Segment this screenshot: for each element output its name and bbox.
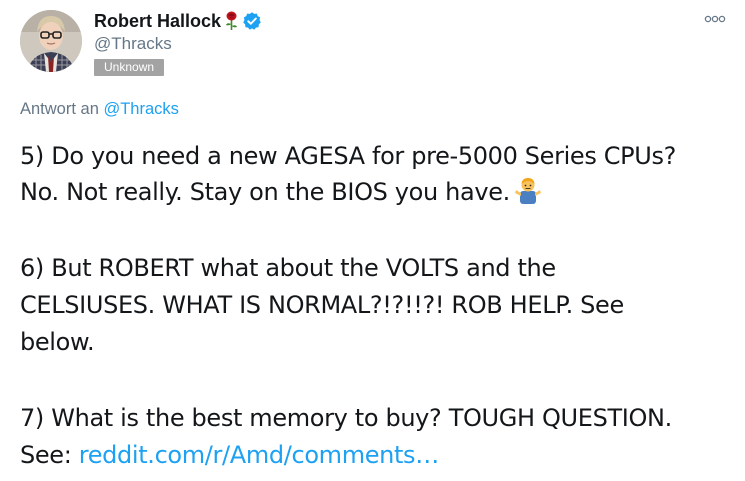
reply-prefix: Antwort an xyxy=(20,100,99,118)
tweet-text-line-2: No. Not really. Stay on the BIOS you hav… xyxy=(20,174,740,214)
tweet-text-line-7: See: reddit.com/r/Amd/comments… xyxy=(20,437,740,473)
rose-icon xyxy=(224,11,239,31)
reply-handle-link[interactable]: @Thracks xyxy=(103,100,178,118)
man-shrugging-emoji-icon xyxy=(514,176,542,214)
tweet-text-line-5: below. xyxy=(20,328,95,356)
verified-icon xyxy=(242,11,262,31)
author-handle[interactable]: @Thracks xyxy=(94,34,172,54)
author-name[interactable]: Robert Hallock xyxy=(94,11,221,32)
reddit-link[interactable]: reddit.com/r/Amd/comments… xyxy=(79,441,439,469)
avatar[interactable] xyxy=(20,10,82,72)
tweet-text-line-7-prefix: See: xyxy=(20,441,72,469)
tweet-text-line-6: 7) What is the best memory to buy? TOUGH… xyxy=(20,404,672,432)
author-name-row[interactable]: Robert Hallock xyxy=(94,9,262,33)
tweet-text-line-2-text: No. Not really. Stay on the BIOS you hav… xyxy=(20,178,510,206)
tweet-text-line-4: CELSIUSES. WHAT IS NORMAL?!?!!?! ROB HEL… xyxy=(20,291,624,319)
tweet: Robert Hallock @Thracks Unknown Antwort … xyxy=(0,0,745,481)
tweet-text-line-3: 6) But ROBERT what about the VOLTS and t… xyxy=(20,254,556,282)
account-status-badge: Unknown xyxy=(94,59,165,76)
avatar-image xyxy=(20,10,82,72)
more-options-icon[interactable] xyxy=(700,9,730,29)
reply-context: Antwort an @Thracks xyxy=(20,100,179,119)
tweet-text-line-1: 5) Do you need a new AGESA for pre-5000 … xyxy=(20,142,677,170)
